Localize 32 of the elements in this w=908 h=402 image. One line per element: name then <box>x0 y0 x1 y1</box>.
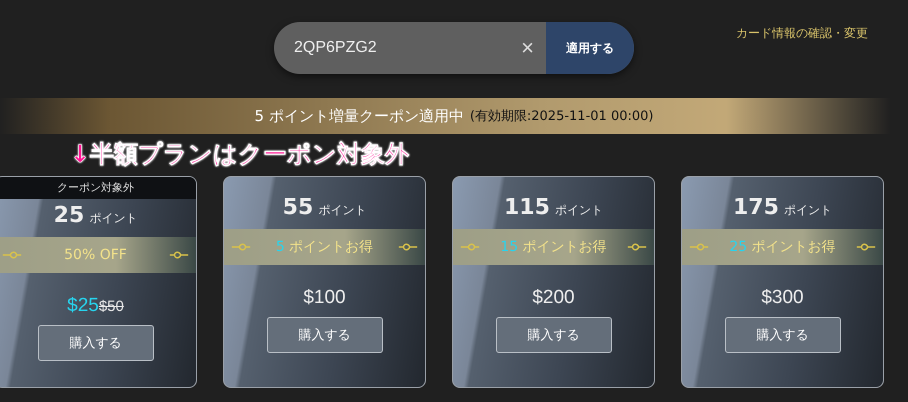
ornament-icon <box>397 241 419 253</box>
coupon-field[interactable]: 2QP6PZG2 × 適用する <box>274 22 634 74</box>
buy-button[interactable]: 購入する <box>724 317 840 353</box>
apply-button[interactable]: 適用する <box>546 22 634 74</box>
price-text: $25$50 <box>67 295 124 317</box>
points-text: 175 ポイント <box>732 195 832 222</box>
card-info-link[interactable]: カード情報の確認・変更 <box>736 25 868 42</box>
buy-button[interactable]: 購入する <box>38 325 154 361</box>
offer-text: 15 ポイントお得 <box>500 238 607 256</box>
annotation-text: ↓半額プランはクーポン対象外 <box>70 139 410 170</box>
ornament-icon <box>168 249 190 261</box>
ornament-icon <box>688 241 710 253</box>
buy-button[interactable]: 購入する <box>266 317 382 353</box>
ornament-icon <box>855 241 877 253</box>
banner-expiry: (有効期限:2025-11-01 00:00) <box>470 108 654 125</box>
offer-text: 50% OFF <box>64 247 127 263</box>
ornament-icon <box>459 241 481 253</box>
price-text: $200 <box>532 287 575 309</box>
price-text: $100 <box>303 287 346 309</box>
ornament-icon <box>230 241 252 253</box>
price-text: $300 <box>761 287 804 309</box>
plan-tag: クーポン対象外 <box>0 177 196 199</box>
buy-button[interactable]: 購入する <box>496 317 612 353</box>
ornament-icon <box>1 249 23 261</box>
banner-title: 5 ポイント増量クーポン適用中 <box>254 106 464 126</box>
points-text: 115 ポイント <box>504 195 604 222</box>
clear-button[interactable]: × <box>509 35 546 61</box>
offer-text: 5 ポイントお得 <box>276 238 374 256</box>
offer-text: 25 ポイントお得 <box>729 238 836 256</box>
points-text: 25 ポイント <box>54 203 138 230</box>
points-text: 55 ポイント <box>282 195 366 222</box>
ornament-icon <box>626 241 648 253</box>
